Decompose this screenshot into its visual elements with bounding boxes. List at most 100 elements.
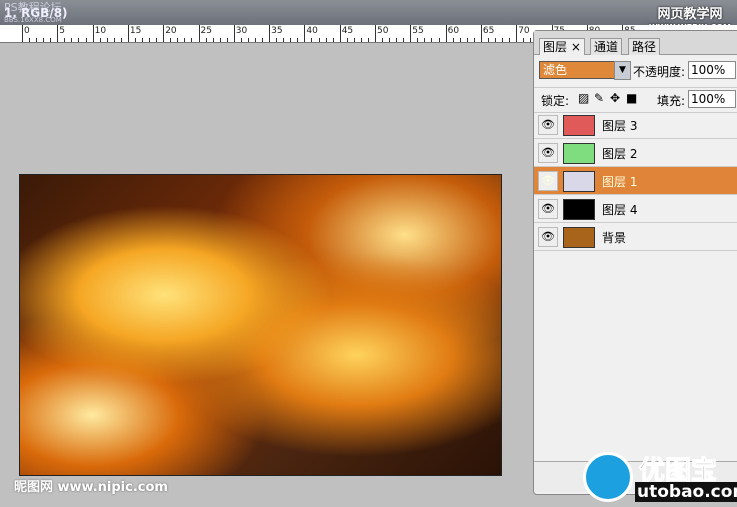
ruler-minor-tick	[247, 38, 249, 42]
ruler-label: 0	[24, 26, 30, 36]
ruler-minor-tick	[134, 38, 136, 42]
ruler-minor-tick	[311, 38, 313, 42]
ruler-minor-tick	[502, 38, 504, 42]
layer-row[interactable]: 👁 图层 4	[534, 195, 737, 223]
ruler-minor-tick	[226, 38, 228, 42]
ruler-tick	[22, 25, 23, 42]
tab-layers[interactable]: 图层 ×	[539, 38, 585, 55]
ruler-label: 65	[482, 26, 495, 36]
ruler-minor-tick	[50, 38, 52, 42]
ruler-minor-tick	[71, 38, 73, 42]
ruler-minor-tick	[36, 38, 38, 42]
lock-move-icon[interactable]: ✥	[610, 91, 620, 105]
lock-transparent-icon[interactable]: ▨	[578, 91, 589, 105]
ruler-minor-tick	[509, 38, 511, 42]
ruler-minor-tick	[113, 38, 115, 42]
ruler-label: 60	[447, 26, 460, 36]
layer-row[interactable]: 👁 图层 1	[534, 167, 737, 195]
lock-all-icon[interactable]: ■	[626, 91, 637, 105]
layer-name: 图层 4	[602, 203, 638, 217]
ruler-minor-tick	[106, 38, 108, 42]
layer-row[interactable]: 👁 图层 3	[534, 111, 737, 139]
ruler-minor-tick	[177, 38, 179, 42]
ruler-minor-tick	[85, 38, 87, 42]
eye-icon[interactable]: 👁	[538, 115, 558, 135]
ruler-minor-tick	[120, 38, 122, 42]
ruler-minor-tick	[184, 38, 186, 42]
eye-icon[interactable]: 👁	[538, 199, 558, 219]
bird-logo-icon	[583, 452, 633, 502]
ruler-minor-tick	[205, 38, 207, 42]
layer-row[interactable]: 👁 图层 2	[534, 139, 737, 167]
ruler-minor-tick	[149, 38, 151, 42]
layer-name: 背景	[602, 231, 627, 245]
chevron-down-icon[interactable]: ▼	[614, 61, 631, 80]
ruler-tick	[375, 25, 376, 42]
ruler-minor-tick	[290, 38, 292, 42]
ruler-tick	[198, 25, 200, 42]
ruler-minor-tick	[487, 38, 489, 42]
layer-thumbnail	[563, 115, 595, 136]
ruler-label: 50	[377, 26, 389, 36]
eye-icon[interactable]: 👁	[538, 227, 558, 247]
ruler-minor-tick	[29, 38, 31, 42]
ruler-minor-tick	[191, 38, 193, 42]
ruler-tick	[304, 25, 306, 42]
ruler-minor-tick	[530, 38, 532, 42]
ruler-minor-tick	[276, 38, 278, 42]
ruler-tick	[57, 25, 59, 42]
watermark-sub: BBS.16XX8.COM	[4, 16, 62, 24]
ruler-label: 5	[59, 26, 66, 36]
ruler-minor-tick	[346, 38, 348, 42]
ruler-tick	[233, 25, 235, 42]
panel-tabs: 图层 × 通道 路径	[534, 31, 737, 55]
layer-list: 👁 图层 3 👁 图层 2 👁 图层 1 👁 图层 4 👁 背景	[534, 111, 737, 251]
ruler-minor-tick	[240, 38, 242, 42]
ruler-minor-tick	[473, 38, 475, 42]
ruler-minor-tick	[459, 38, 461, 42]
tab-paths[interactable]: 路径	[628, 38, 661, 55]
fill-input[interactable]: 100%	[688, 90, 736, 108]
ruler-minor-tick	[360, 38, 362, 42]
ruler-minor-tick	[170, 38, 172, 42]
ruler-tick	[127, 25, 129, 42]
ruler-label: 10	[94, 26, 107, 36]
ruler-label: 35	[271, 26, 283, 36]
ruler-minor-tick	[382, 38, 384, 42]
layer-thumbnail	[563, 143, 595, 164]
ruler-minor-tick	[417, 38, 419, 42]
ruler-minor-tick	[318, 38, 320, 42]
layers-panel: 图层 × 通道 路径 滤色 ▼ 不透明度: 100% 锁定: ▨ ✎ ✥ ■ 填…	[533, 30, 737, 495]
ruler-minor-tick	[523, 38, 525, 42]
ruler-minor-tick	[64, 38, 66, 42]
ruler-tick	[480, 25, 482, 42]
document-canvas[interactable]	[19, 174, 502, 476]
layer-name: 图层 1	[602, 175, 638, 189]
ruler-minor-tick	[466, 38, 468, 42]
ruler-minor-tick	[283, 38, 285, 42]
eye-icon[interactable]: 👁	[538, 143, 558, 163]
ruler-minor-tick	[438, 38, 440, 42]
credit-watermark: 昵图网 www.nipic.com	[14, 480, 168, 495]
ruler-minor-tick	[212, 38, 214, 42]
lock-brush-icon[interactable]: ✎	[594, 91, 604, 105]
ruler-minor-tick	[431, 38, 433, 42]
ruler-label: 25	[200, 26, 212, 36]
layer-row[interactable]: 👁 背景	[534, 223, 737, 251]
ruler-label: 70	[518, 26, 530, 36]
layer-name: 图层 3	[602, 119, 638, 133]
blend-mode-select[interactable]: 滤色	[539, 61, 616, 79]
ruler-minor-tick	[142, 38, 144, 42]
tab-channels[interactable]: 通道	[590, 38, 623, 55]
ruler-label: 40	[306, 26, 318, 36]
ruler-tick	[445, 25, 447, 42]
ruler-minor-tick	[43, 38, 45, 42]
ruler-tick	[163, 25, 165, 42]
eye-icon[interactable]: 👁	[538, 171, 558, 191]
ruler-minor-tick	[495, 38, 497, 42]
layer-thumbnail	[563, 227, 595, 248]
ruler-minor-tick	[452, 38, 454, 42]
ruler-minor-tick	[78, 38, 80, 42]
opacity-input[interactable]: 100%	[688, 61, 736, 79]
lock-label: 锁定:	[541, 94, 570, 108]
